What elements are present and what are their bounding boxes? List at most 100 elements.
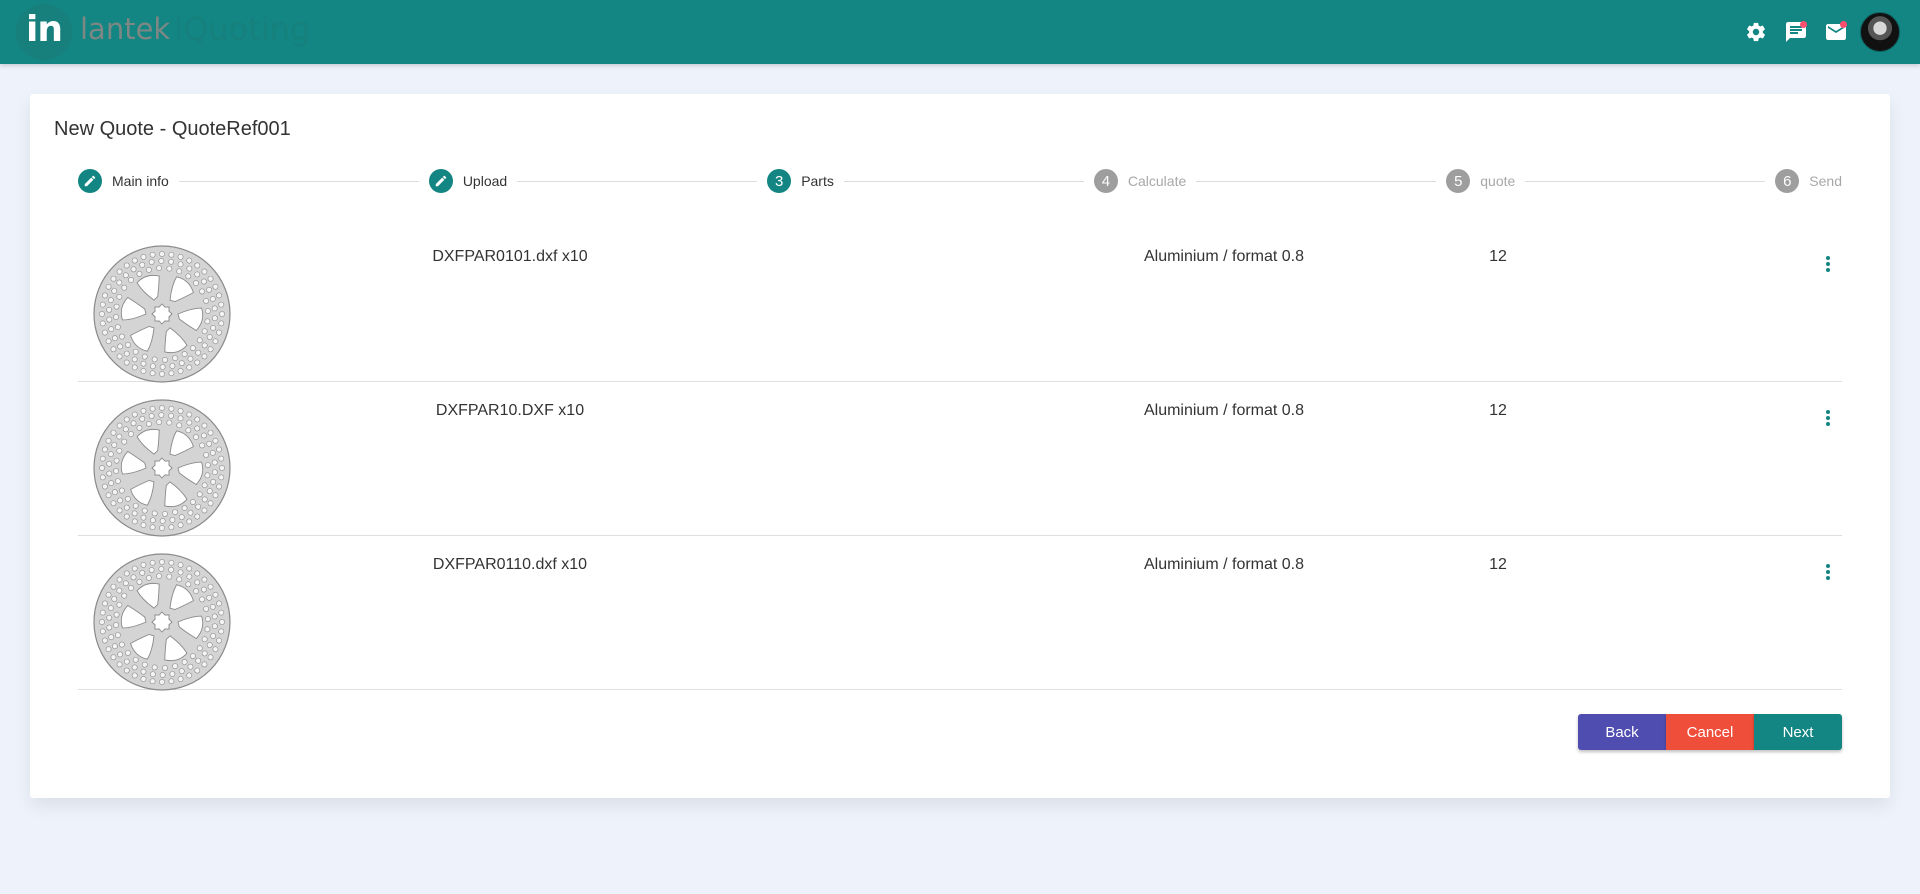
vent-hole <box>166 265 173 272</box>
list-item: DXFPAR0110.dxf x10 Aluminium / format 0.… <box>78 536 1842 692</box>
part-quantity: 12 <box>1489 402 1507 419</box>
vent-hole <box>196 491 203 498</box>
vent-hole <box>99 311 105 317</box>
vent-hole <box>149 251 156 258</box>
vent-hole <box>119 333 125 340</box>
messages-button[interactable] <box>1776 12 1816 52</box>
vent-hole <box>207 429 214 436</box>
part-menu-button[interactable] <box>1816 406 1840 430</box>
step-quote[interactable]: 5 quote <box>1446 169 1515 193</box>
vent-hole <box>203 451 209 458</box>
vent-hole <box>194 416 201 423</box>
vent-hole <box>201 636 208 643</box>
step-upload[interactable]: Upload <box>428 169 507 193</box>
settings-button[interactable] <box>1736 12 1776 52</box>
more-vertical-icon <box>1826 564 1830 580</box>
vent-hole <box>211 305 218 312</box>
vent-hole <box>199 442 205 449</box>
vent-hole <box>122 272 129 279</box>
vent-hole <box>140 408 147 414</box>
vent-hole <box>105 646 112 653</box>
cancel-button[interactable]: Cancel <box>1666 714 1754 750</box>
vent-hole <box>140 676 147 682</box>
vent-hole <box>140 522 147 528</box>
vent-hole <box>176 268 183 275</box>
step-circle <box>78 169 102 193</box>
app-logo[interactable]: in lantek iQuoting <box>16 4 310 60</box>
vent-hole <box>212 338 219 345</box>
vent-hole <box>111 596 118 602</box>
vent-hole <box>113 457 120 464</box>
vent-hole <box>110 500 117 507</box>
vent-hole <box>185 581 192 588</box>
vent-hole <box>181 505 188 511</box>
step-number: 4 <box>1093 169 1118 193</box>
step-send[interactable]: 6 Send <box>1775 169 1842 193</box>
next-button[interactable]: Next <box>1754 714 1842 750</box>
vent-hole <box>156 419 162 425</box>
part-menu-button[interactable] <box>1816 560 1840 584</box>
vent-hole <box>116 661 123 668</box>
vent-hole <box>125 650 131 656</box>
vent-hole <box>178 668 185 675</box>
vent-hole <box>113 611 120 618</box>
vent-hole <box>177 261 184 268</box>
vent-hole <box>131 510 138 517</box>
vent-hole <box>116 587 123 594</box>
mail-button[interactable] <box>1816 12 1856 52</box>
wizard-actions: Back Cancel Next <box>1578 714 1842 750</box>
vent-hole <box>209 603 216 610</box>
vent-hole <box>194 359 201 366</box>
vent-hole <box>181 659 188 665</box>
vent-hole <box>204 626 211 633</box>
avatar[interactable] <box>1860 12 1900 52</box>
vent-hole <box>200 586 207 593</box>
vent-hole <box>186 573 193 580</box>
vent-hole <box>99 609 106 616</box>
part-thumbnail[interactable] <box>92 552 232 692</box>
vent-hole <box>159 364 166 370</box>
vent-hole <box>102 446 108 453</box>
part-thumbnail[interactable] <box>92 244 232 384</box>
vent-hole <box>140 368 147 374</box>
part-thumbnail[interactable] <box>92 398 232 538</box>
vent-hole <box>116 422 123 429</box>
vent-hole <box>105 338 112 345</box>
vent-hole <box>131 565 138 572</box>
step-calculate[interactable]: 4 Calculate <box>1093 169 1186 193</box>
vent-hole <box>140 254 147 260</box>
vent-hole <box>128 277 134 283</box>
more-vertical-icon <box>1826 256 1830 272</box>
step-parts[interactable]: 3 Parts <box>767 169 834 193</box>
part-menu-button[interactable] <box>1816 252 1840 276</box>
vent-hole <box>201 342 208 349</box>
vent-hole <box>117 497 124 504</box>
hub-cutout <box>151 611 173 633</box>
vent-hole <box>111 442 118 448</box>
vent-hole <box>145 267 152 273</box>
vent-hole <box>194 271 201 278</box>
vent-hole <box>108 634 115 641</box>
vent-hole <box>102 483 108 490</box>
parts-list: DXFPAR0101.dxf x10 Aluminium / format 0.… <box>78 228 1842 692</box>
back-button[interactable]: Back <box>1578 714 1666 750</box>
vent-hole <box>194 570 201 577</box>
step-main-info[interactable]: Main info <box>78 169 169 193</box>
vent-hole <box>123 359 130 366</box>
vent-hole <box>116 507 123 514</box>
vent-hole <box>159 672 166 678</box>
vent-hole <box>201 353 208 360</box>
vent-hole <box>131 356 138 363</box>
vent-hole <box>186 364 193 371</box>
vent-hole <box>141 353 148 360</box>
vent-hole <box>125 342 131 348</box>
notification-dot <box>1840 21 1847 28</box>
vent-hole <box>110 429 117 436</box>
vent-hole <box>116 433 123 440</box>
vent-hole <box>209 449 216 456</box>
vent-hole <box>107 605 114 612</box>
vent-hole <box>149 678 156 685</box>
vent-hole <box>169 671 176 677</box>
vent-hole <box>185 273 192 280</box>
vent-hole <box>212 591 219 598</box>
